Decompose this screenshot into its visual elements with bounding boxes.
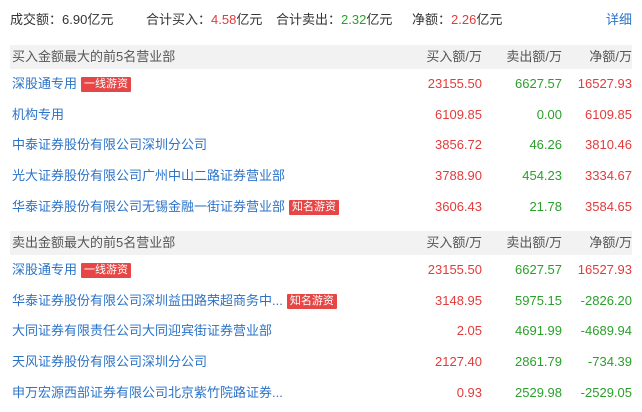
col-header-buy: 买入额/万 <box>426 49 482 64</box>
table-row: 申万宏源西部证券有限公司北京紫竹院路证券... 0.93 2529.98 -2529.… <box>10 378 632 409</box>
col-header-net: 净额/万 <box>589 49 632 64</box>
net-amount: -2826.20 <box>580 292 632 308</box>
branch-name[interactable]: 光大证券股份有限公司广州中山二路证券营业部 <box>12 168 285 183</box>
sell-amount: 46.26 <box>529 137 562 153</box>
net-amount: -4689.94 <box>580 323 632 339</box>
table-row: 中泰证券股份有限公司深圳分公司 3856.72 46.26 3810.46 <box>10 130 632 161</box>
sell-amount: 2861.79 <box>515 354 562 370</box>
branch-name-link[interactable]: 中泰证券股份有限公司深圳分公司 <box>12 130 207 161</box>
net-amount: 16527.93 <box>577 76 632 91</box>
sell-amount: 4691.99 <box>515 323 562 339</box>
net-unit: 亿元 <box>476 12 503 27</box>
detail-link[interactable]: 详细 <box>606 8 632 32</box>
branch-name-link[interactable]: 申万宏源西部证券有限公司北京紫竹院路证券... <box>12 378 283 409</box>
branch-name[interactable]: 深股通专用 <box>12 76 77 91</box>
branch-name[interactable]: 天风证券股份有限公司深圳分公司 <box>12 354 207 369</box>
trader-tag-badge: 一线游资 <box>81 77 132 92</box>
sell-table-body: 深股通专用 一线游资 23155.50 6627.57 16527.93 华泰证券股份有限… <box>10 255 632 408</box>
total-sell-unit: 亿元 <box>366 12 393 27</box>
buy-amount: 6109.85 <box>435 106 482 122</box>
net-amount: 3584.65 <box>585 198 632 214</box>
net-amount: -2529.05 <box>580 384 632 400</box>
total-sell-label: 合计卖出： <box>276 12 342 27</box>
total-sell-summary: 合计卖出：2.32亿元 <box>276 8 392 32</box>
branch-name-link[interactable]: 机构专用 <box>12 100 64 131</box>
branch-name[interactable]: 机构专用 <box>12 107 64 122</box>
sell-amount: 6627.57 <box>515 262 562 277</box>
buy-amount: 3148.95 <box>435 292 482 308</box>
branch-name[interactable]: 华泰证券股份有限公司深圳益田路荣超商务中... <box>12 293 283 308</box>
branch-name-link[interactable]: 深股通专用 一线游资 <box>12 255 132 286</box>
branch-name[interactable]: 中泰证券股份有限公司深圳分公司 <box>12 137 207 152</box>
branch-name[interactable]: 申万宏源西部证券有限公司北京紫竹院路证券... <box>12 385 283 400</box>
trader-tag-badge: 知名游资 <box>289 199 340 215</box>
buy-top5-table: 买入金额最大的前5名营业部 买入额/万 卖出额/万 净额/万 深股通专用 一线游资… <box>10 45 632 222</box>
total-sell-value: 2.32 <box>341 12 367 27</box>
col-header-sell: 卖出额/万 <box>506 49 562 64</box>
sell-amount: 2529.98 <box>515 384 562 400</box>
sell-table-title: 卖出金额最大的前5名营业部 <box>12 235 176 250</box>
total-buy-value: 4.58 <box>211 12 237 27</box>
col-header-buy: 买入额/万 <box>426 235 482 250</box>
buy-table-header: 买入金额最大的前5名营业部 买入额/万 卖出额/万 净额/万 <box>10 45 632 69</box>
total-buy-summary: 合计买入：4.58亿元 <box>146 8 262 32</box>
buy-amount: 3606.43 <box>435 198 482 214</box>
buy-table-body: 深股通专用 一线游资 23155.50 6627.57 16527.93 机构专用 6109… <box>10 69 632 222</box>
table-row: 天风证券股份有限公司深圳分公司 2127.40 2861.79 -734.39 <box>10 347 632 378</box>
table-row: 华泰证券股份有限公司深圳益田路荣超商务中... 知名游资 3148.95 5975.1… <box>10 286 632 317</box>
summary-bar: 成交额：6.90亿元 合计买入：4.58亿元 合计卖出：2.32亿元 净额：2.… <box>10 8 632 32</box>
branch-name-link[interactable]: 光大证券股份有限公司广州中山二路证券营业部 <box>12 161 285 192</box>
buy-table-title: 买入金额最大的前5名营业部 <box>12 49 176 64</box>
branch-name[interactable]: 深股通专用 <box>12 262 77 277</box>
sell-table-header: 卖出金额最大的前5名营业部 买入额/万 卖出额/万 净额/万 <box>10 231 632 255</box>
net-amount: 16527.93 <box>577 262 632 277</box>
table-row: 华泰证券股份有限公司无锡金融一街证券营业部 知名游资 3606.43 21.78 358… <box>10 192 632 223</box>
branch-name-link[interactable]: 大同证券有限责任公司大同迎宾街证券营业部 <box>12 316 272 347</box>
sell-top5-table: 卖出金额最大的前5名营业部 买入额/万 卖出额/万 净额/万 深股通专用 一线游资… <box>10 231 632 408</box>
buy-amount: 0.93 <box>456 384 482 400</box>
sell-amount: 5975.15 <box>515 292 562 308</box>
net-summary: 净额：2.26亿元 <box>412 8 502 32</box>
branch-name-link[interactable]: 华泰证券股份有限公司深圳益田路荣超商务中... 知名游资 <box>12 286 337 317</box>
net-label: 净额： <box>412 12 452 27</box>
table-row: 光大证券股份有限公司广州中山二路证券营业部 3788.90 454.23 3334.6… <box>10 161 632 192</box>
branch-name[interactable]: 华泰证券股份有限公司无锡金融一街证券营业部 <box>12 199 285 214</box>
branch-name[interactable]: 大同证券有限责任公司大同迎宾街证券营业部 <box>12 323 272 338</box>
turnover-unit: 亿元 <box>87 12 114 27</box>
table-row: 机构专用 6109.85 0.00 6109.85 <box>10 100 632 131</box>
net-amount: -734.39 <box>587 354 632 370</box>
sell-amount: 0.00 <box>536 106 562 122</box>
total-buy-unit: 亿元 <box>236 12 263 27</box>
trader-tag-badge: 一线游资 <box>81 263 132 278</box>
turnover-value: 6.90 <box>62 12 88 27</box>
net-amount: 3810.46 <box>585 137 632 153</box>
branch-name-link[interactable]: 深股通专用 一线游资 <box>12 69 132 100</box>
col-header-sell: 卖出额/万 <box>506 235 562 250</box>
col-header-net: 净额/万 <box>589 235 632 250</box>
buy-amount: 23155.50 <box>427 76 482 91</box>
buy-amount: 2127.40 <box>435 354 482 370</box>
branch-name-link[interactable]: 天风证券股份有限公司深圳分公司 <box>12 347 207 378</box>
turnover-label: 成交额： <box>10 12 63 27</box>
sell-amount: 6627.57 <box>515 76 562 91</box>
table-row: 深股通专用 一线游资 23155.50 6627.57 16527.93 <box>10 69 632 100</box>
buy-amount: 23155.50 <box>427 262 482 277</box>
trader-tag-badge: 知名游资 <box>286 293 337 309</box>
sell-amount: 21.78 <box>529 198 562 214</box>
branch-name-link[interactable]: 华泰证券股份有限公司无锡金融一街证券营业部 知名游资 <box>12 192 340 223</box>
table-row: 深股通专用 一线游资 23155.50 6627.57 16527.93 <box>10 255 632 286</box>
net-amount: 3334.67 <box>585 168 632 184</box>
buy-amount: 3856.72 <box>435 137 482 153</box>
buy-amount: 2.05 <box>456 323 482 339</box>
net-value: 2.26 <box>451 12 477 27</box>
net-amount: 6109.85 <box>585 106 632 122</box>
turnover-summary: 成交额：6.90亿元 <box>10 8 113 32</box>
table-row: 大同证券有限责任公司大同迎宾街证券营业部 2.05 4691.99 -4689.94 <box>10 316 632 347</box>
sell-amount: 454.23 <box>522 168 562 184</box>
buy-amount: 3788.90 <box>435 168 482 184</box>
total-buy-label: 合计买入： <box>146 12 212 27</box>
